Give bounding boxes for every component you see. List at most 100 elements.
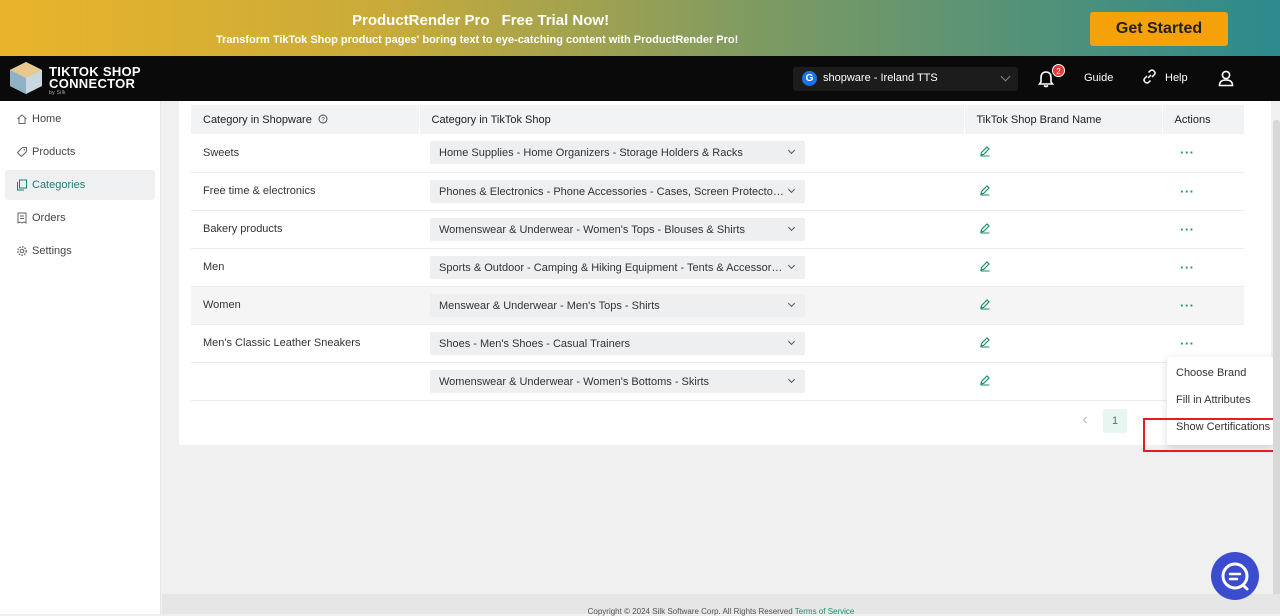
banner-title: ProductRender Pro Free Trial Now! [352, 12, 609, 29]
brand-name: TIKTOK SHOP CONNECTOR by Silk [49, 65, 141, 96]
tiktok-category-value: Sports & Outdoor - Camping & Hiking Equi… [439, 261, 784, 274]
more-actions-icon[interactable]: ··· [1180, 222, 1195, 237]
top-navbar: TIKTOK SHOP CONNECTOR by Silk G shopware… [0, 56, 1280, 101]
tiktok-category-value: Menswear & Underwear - Men's Tops - Shir… [439, 299, 660, 312]
promo-banner: ProductRender Pro Free Trial Now! Transfo… [0, 0, 1280, 56]
more-actions-icon[interactable]: ··· [1180, 145, 1195, 160]
gear-icon [17, 246, 27, 256]
column-header-label: Category in Shopware [203, 113, 312, 126]
edit-icon[interactable] [979, 336, 991, 348]
tiktok-category-select[interactable]: Sports & Outdoor - Camping & Hiking Equi… [430, 255, 805, 279]
tiktok-category-value: Home Supplies - Home Organizers - Storag… [439, 147, 743, 160]
more-actions-icon[interactable]: ··· [1180, 260, 1195, 275]
chevron-down-icon [1000, 71, 1011, 82]
sidebar-item-label: Home [32, 113, 62, 125]
link-icon [1143, 69, 1156, 84]
brand-line2: CONNECTOR [49, 76, 136, 91]
menu-item-choose-brand[interactable]: Choose Brand [1176, 367, 1246, 379]
chevron-down-icon [787, 299, 796, 307]
sidebar-item-products[interactable]: Products [5, 137, 155, 167]
edit-icon[interactable] [979, 374, 991, 386]
tiktok-category-select[interactable]: Menswear & Underwear - Men's Tops - Shir… [430, 293, 805, 317]
chevron-down-icon [787, 261, 796, 269]
tag-icon [16, 147, 27, 158]
highlight-box [1143, 418, 1276, 452]
edit-icon[interactable] [979, 184, 991, 196]
guide-link[interactable]: Guide [1084, 72, 1113, 84]
tiktok-category-value: Shoes - Men's Shoes - Casual Trainers [439, 337, 631, 350]
chevron-down-icon [787, 223, 796, 231]
edit-icon[interactable] [979, 260, 991, 272]
table-row: Bakery products Womenswear & Underwear -… [191, 210, 1244, 248]
table-row: Sweets Home Supplies - Home Organizers -… [191, 134, 1244, 172]
shopware-category: Bakery products [203, 223, 283, 235]
banner-subtitle: Transform TikTok Shop product pages' bor… [216, 34, 739, 46]
menu-item-fill-attributes[interactable]: Fill in Attributes [1176, 394, 1251, 406]
chat-widget-button[interactable] [1211, 552, 1259, 600]
notification-badge: 2 [1052, 64, 1065, 77]
shopware-category: Men [203, 261, 225, 273]
tiktok-category-value: Womenswear & Underwear - Women's Tops - … [439, 223, 745, 236]
tiktok-category-value: Phones & Electronics - Phone Accessories… [439, 185, 784, 198]
receipt-icon [17, 212, 27, 224]
shopware-category: Men's Classic Leather Sneakers [203, 337, 361, 349]
footer: Copyright © 2024 Silk Software Corp. All… [162, 594, 1280, 616]
tiktok-category-select[interactable]: Shoes - Men's Shoes - Casual Trainers [430, 331, 805, 355]
sidebar-item-categories[interactable]: Categories [5, 170, 155, 200]
store-selector-value: shopware - Ireland TTS [823, 72, 938, 84]
terms-of-service-link[interactable]: Terms of Service [795, 607, 855, 616]
table-row: Womenswear & Underwear - Women's Bottoms… [191, 362, 1244, 400]
tiktok-category-select[interactable]: Womenswear & Underwear - Women's Tops - … [430, 217, 805, 241]
home-icon [17, 114, 27, 124]
column-header-actions: Actions [1161, 105, 1244, 134]
store-selector[interactable]: G shopware - Ireland TTS [793, 67, 1018, 91]
edit-icon[interactable] [979, 298, 991, 310]
sidebar-item-label: Categories [32, 179, 86, 191]
edit-icon[interactable] [979, 222, 991, 234]
tiktok-category-select[interactable]: Home Supplies - Home Organizers - Storag… [430, 141, 805, 165]
table-row: Men Sports & Outdoor - Camping & Hiking … [191, 248, 1244, 286]
chevron-down-icon [787, 185, 796, 193]
table-header-row: Category in Shopware ? Category in TikTo… [191, 105, 1244, 134]
sidebar-item-label: Settings [32, 245, 72, 257]
help-link[interactable]: Help [1165, 72, 1188, 84]
column-header-brand: TikTok Shop Brand Name [963, 105, 1162, 134]
table-row: Women Menswear & Underwear - Men's Tops … [191, 286, 1244, 324]
category-mapping-panel: Category in Shopware ? Category in TikTo… [179, 101, 1271, 445]
tiktok-category-select[interactable]: Womenswear & Underwear - Women's Bottoms… [430, 369, 805, 393]
chevron-down-icon [787, 337, 796, 345]
chevron-down-icon [787, 375, 796, 383]
tiktok-category-select[interactable]: Phones & Electronics - Phone Accessories… [430, 179, 805, 203]
sidebar-item-label: Orders [32, 212, 66, 224]
sidebar-item-settings[interactable]: Settings [5, 236, 155, 266]
pagination-page-1[interactable]: 1 [1103, 409, 1127, 433]
connector-logo-icon [10, 62, 42, 94]
store-logo-icon: G [802, 71, 817, 86]
chevron-left-icon[interactable] [1080, 415, 1090, 425]
edit-icon[interactable] [979, 145, 991, 157]
sidebar-item-label: Products [32, 146, 76, 158]
sidebar: Home Products Categories Orders Settings [0, 101, 161, 614]
more-actions-icon[interactable]: ··· [1180, 336, 1195, 351]
get-started-button[interactable]: Get Started [1090, 12, 1228, 46]
table-row: Men's Classic Leather Sneakers Shoes - M… [191, 324, 1244, 362]
banner-trial-text: Free Trial Now! [501, 12, 610, 29]
help-circle-icon[interactable]: ? [318, 114, 328, 124]
shopware-category: Free time & electronics [203, 185, 316, 197]
shopware-category: Women [203, 299, 241, 311]
copy-icon [17, 179, 27, 191]
banner-product-name: ProductRender Pro [352, 12, 490, 29]
chat-icon [1221, 562, 1249, 591]
more-actions-icon[interactable]: ··· [1180, 184, 1195, 199]
sidebar-item-home[interactable]: Home [5, 104, 155, 134]
table-row: Free time & electronics Phones & Electro… [191, 172, 1244, 210]
column-header-tiktok: Category in TikTok Shop [418, 105, 964, 134]
chevron-down-icon [787, 147, 796, 155]
scrollbar[interactable] [1273, 120, 1280, 600]
category-mapping-table: Category in Shopware ? Category in TikTo… [191, 105, 1244, 401]
shopware-category [191, 362, 419, 400]
more-actions-icon[interactable]: ··· [1180, 298, 1195, 313]
user-icon[interactable] [1217, 69, 1235, 87]
column-header-shopware: Category in Shopware ? [191, 105, 419, 134]
sidebar-item-orders[interactable]: Orders [5, 203, 155, 233]
